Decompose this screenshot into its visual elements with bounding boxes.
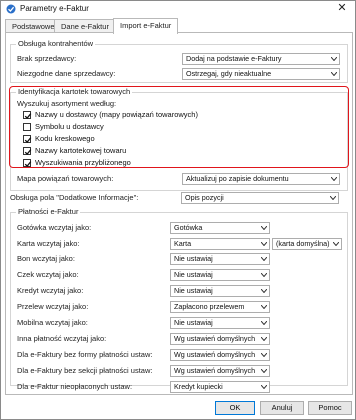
dodatkowe-informacje-select[interactable]: Opis pozycji (181, 192, 339, 204)
help-button[interactable]: Pomoc (308, 401, 352, 415)
platnosc-value: Zapłacono przelewem (174, 302, 245, 311)
app-icon (6, 4, 16, 14)
title-bar: Parametry e-Faktur ✕ (1, 1, 355, 17)
platnosc-bez-sekcji-select[interactable]: Wg ustawień domyślnych (170, 365, 270, 377)
platnosc-value: Wg ustawień domyślnych (174, 366, 256, 375)
chevron-down-icon (261, 226, 267, 230)
brak-sprzedawcy-select[interactable]: Dodaj na podstawie e-Faktury (182, 53, 340, 65)
platnosc-row-label: Dla e-Faktury bez sekcji płatności ustaw… (17, 366, 153, 375)
ok-button[interactable]: OK (215, 401, 255, 415)
platnosc-karta-select[interactable]: Karta (170, 238, 270, 250)
window-title: Parametry e-Faktur (20, 4, 89, 13)
platnosc-row-label: Dla e-Faktur nieopłaconych ustaw: (17, 382, 133, 391)
platnosc-row-label: Bon wczytaj jako: (17, 254, 75, 263)
chevron-down-icon (261, 242, 267, 246)
platnosc-value: Nie ustawiaj (174, 254, 213, 263)
platnosc-kredyt-select[interactable]: Nie ustawiaj (170, 285, 270, 297)
platnosc-value: Gotówka (174, 223, 203, 232)
chevron-down-icon (261, 385, 267, 389)
dialog-window: Parametry e-Faktur ✕ Podstawowe Dane e-F… (0, 0, 356, 420)
platnosc-row-label: Przelew wczytaj jako: (17, 302, 89, 311)
platnosc-value: Nie ustawiaj (174, 270, 213, 279)
mapa-powiazan-select[interactable]: Aktualizuj po zapisie dokumentu (182, 173, 340, 185)
niezgodne-dane-label: Niezgodne dane sprzedawcy: (17, 69, 116, 78)
tab-dane-efaktur[interactable]: Dane e-Faktur (54, 19, 116, 33)
dodatkowe-informacje-value: Opis pozycji (185, 193, 224, 202)
platnosc-row-label: Karta wczytaj jako: (17, 239, 80, 248)
platnosc-row-label: Inna płatność wczytaj jako: (17, 334, 107, 343)
chevron-down-icon (261, 321, 267, 325)
chevron-down-icon (261, 257, 267, 261)
platnosc-gotowka-select[interactable]: Gotówka (170, 222, 270, 234)
chevron-down-icon (331, 57, 337, 61)
group-platnosci: Płatności e-Faktur Gotówka wczytaj jako:… (10, 207, 348, 393)
chevron-down-icon (331, 72, 337, 76)
platnosc-row-label: Gotówka wczytaj jako: (17, 223, 92, 232)
platnosc-czek-select[interactable]: Nie ustawiaj (170, 269, 270, 281)
chevron-down-icon (261, 305, 267, 309)
platnosc-mobilna-select[interactable]: Nie ustawiaj (170, 317, 270, 329)
highlight-frame (9, 86, 349, 168)
platnosc-row-label: Dla e-Faktury bez formy płatności ustaw: (17, 350, 153, 359)
platnosc-value: Wg ustawień domyślnych (174, 334, 256, 343)
cancel-button[interactable]: Anuluj (260, 401, 304, 415)
chevron-down-icon (261, 337, 267, 341)
group-kontrahenci: Obsługa kontrahentów Brak sprzedawcy: Do… (10, 39, 348, 83)
chevron-down-icon (261, 353, 267, 357)
niezgodne-dane-value: Ostrzegaj, gdy nieaktualne (186, 69, 272, 78)
platnosc-bez-formy-select[interactable]: Wg ustawień domyślnych (170, 349, 270, 361)
platnosc-value: Karta (174, 239, 192, 248)
platnosc-nieoplacone-select[interactable]: Kredyt kupiecki (170, 381, 270, 393)
platnosc-row-label: Kredyt wczytaj jako: (17, 286, 84, 295)
platnosc-value: Kredyt kupiecki (174, 382, 223, 391)
platnosc-przelew-select[interactable]: Zapłacono przelewem (170, 301, 270, 313)
platnosc-inna-select[interactable]: Wg ustawień domyślnych (170, 333, 270, 345)
platnosc-value: Nie ustawiaj (174, 318, 213, 327)
platnosc-karta-extra-value: (karta domyślna) (276, 239, 330, 248)
close-icon[interactable]: ✕ (335, 2, 349, 15)
platnosc-row-label: Czek wczytaj jako: (17, 270, 79, 279)
chevron-down-icon (261, 369, 267, 373)
tab-import-efaktur[interactable]: Import e-Faktur (113, 18, 179, 34)
chevron-down-icon (330, 196, 336, 200)
niezgodne-dane-select[interactable]: Ostrzegaj, gdy nieaktualne (182, 68, 340, 80)
brak-sprzedawcy-value: Dodaj na podstawie e-Faktury (186, 54, 282, 63)
mapa-powiazan-value: Aktualizuj po zapisie dokumentu (186, 174, 289, 183)
chevron-down-icon (261, 273, 267, 277)
brak-sprzedawcy-label: Brak sprzedawcy: (17, 54, 77, 63)
group-kontrahenci-title: Obsługa kontrahentów (16, 39, 96, 48)
dodatkowe-informacje-label: Obsługa pola "Dodatkowe Informacje": (10, 193, 139, 202)
chevron-down-icon (331, 177, 337, 181)
mapa-powiazan-label: Mapa powiązań towarowych: (17, 174, 114, 183)
chevron-down-icon (261, 289, 267, 293)
chevron-down-icon (333, 242, 339, 246)
platnosc-karta-extra-select[interactable]: (karta domyślna) (272, 238, 342, 250)
platnosc-row-label: Mobilna wczytaj jako: (17, 318, 88, 327)
platnosc-value: Nie ustawiaj (174, 286, 213, 295)
group-platnosci-title: Płatności e-Faktur (16, 207, 81, 216)
platnosc-bon-select[interactable]: Nie ustawiaj (170, 253, 270, 265)
platnosc-value: Wg ustawień domyślnych (174, 350, 256, 359)
